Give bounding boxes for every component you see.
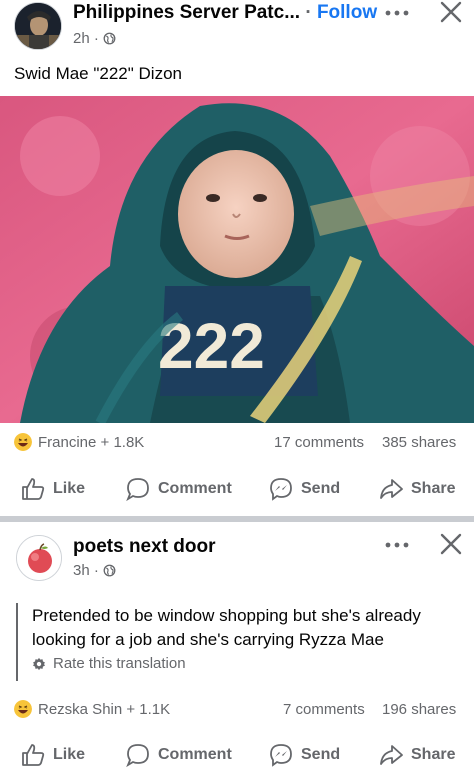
thumbs-up-icon [22, 744, 45, 766]
post-text: Pretended to be window shopping but she'… [32, 604, 462, 652]
comments-count[interactable]: 17 comments [274, 434, 364, 451]
post2-actions: Like Comment Send Share [0, 738, 474, 769]
separator-dot: · [305, 2, 312, 23]
share-label: Share [411, 746, 456, 763]
messenger-icon [270, 478, 292, 501]
more-options-button[interactable] [384, 6, 410, 25]
send-button[interactable]: Send [268, 742, 340, 768]
globe-icon [103, 564, 116, 577]
rate-translation-label: Rate this translation [53, 655, 186, 672]
page-avatar[interactable] [16, 535, 62, 581]
comment-bubble-icon [126, 478, 149, 502]
follow-button[interactable]: Follow [317, 2, 377, 23]
translation-quote-bar [16, 603, 18, 681]
post-text-line: looking for a job and she's carrying Ryz… [32, 630, 384, 649]
apple-logo-image [17, 536, 61, 580]
send-label: Send [301, 746, 341, 763]
post-text-line: Pretended to be window shopping but she'… [32, 606, 421, 625]
close-post-button[interactable] [440, 1, 462, 28]
close-icon [440, 1, 462, 23]
close-post-button[interactable] [440, 533, 462, 560]
post-time[interactable]: 3h · [73, 562, 99, 579]
baby-in-hoodie-image: 222 [0, 96, 474, 423]
reactions-summary[interactable]: Rezska Shin + 1.1K [38, 701, 170, 718]
post2-stats: Rezska Shin + 1.1K 7 comments 196 shares [0, 699, 474, 723]
share-button[interactable]: Share [378, 742, 455, 768]
send-label: Send [301, 480, 341, 497]
gear-icon [32, 657, 46, 670]
share-arrow-icon [380, 479, 403, 499]
page-avatar[interactable] [14, 2, 62, 50]
comment-label: Comment [158, 480, 232, 497]
post-time[interactable]: 2h · [73, 30, 99, 47]
share-arrow-icon [380, 745, 403, 765]
post-photo[interactable]: 222 [0, 96, 474, 423]
shares-count[interactable]: 385 shares [382, 434, 456, 451]
thumbs-up-icon [22, 478, 45, 500]
like-button[interactable]: Like [20, 476, 85, 502]
close-icon [440, 533, 462, 555]
post1-actions: Like Comment Send Share [0, 472, 474, 508]
comments-count[interactable]: 7 comments [283, 701, 365, 718]
rate-translation-button[interactable]: Rate this translation [32, 655, 186, 672]
post-meta: 3h · [73, 562, 116, 579]
shares-count[interactable]: 196 shares [382, 701, 456, 718]
send-button[interactable]: Send [268, 476, 340, 502]
more-dots-icon [385, 10, 409, 16]
more-options-button[interactable] [384, 538, 410, 557]
post-meta: 2h · [73, 30, 116, 47]
reactions-summary[interactable]: Francine + 1.8K [38, 434, 144, 451]
share-button[interactable]: Share [378, 476, 455, 502]
page-name-row: Philippines Server Patc... · Follow [73, 2, 377, 24]
globe-icon [103, 32, 116, 45]
comment-button[interactable]: Comment [125, 476, 232, 502]
share-label: Share [411, 480, 456, 497]
laughing-emoji-icon [14, 433, 32, 451]
like-button[interactable]: Like [20, 742, 85, 768]
post-divider [0, 516, 474, 522]
messenger-icon [270, 744, 292, 767]
avatar-image [15, 3, 61, 49]
post-caption: Swid Mae "222" Dizon [14, 64, 182, 83]
laughing-emoji-icon [14, 700, 32, 718]
more-dots-icon [385, 542, 409, 548]
comment-label: Comment [158, 746, 232, 763]
comment-button[interactable]: Comment [125, 742, 232, 768]
like-label: Like [53, 746, 86, 763]
post1-stats: Francine + 1.8K 17 comments 385 shares [0, 432, 474, 456]
page-name[interactable]: Philippines Server Patc... [73, 2, 300, 23]
page-name[interactable]: poets next door [73, 536, 216, 558]
like-label: Like [53, 480, 86, 497]
comment-bubble-icon [126, 744, 149, 768]
